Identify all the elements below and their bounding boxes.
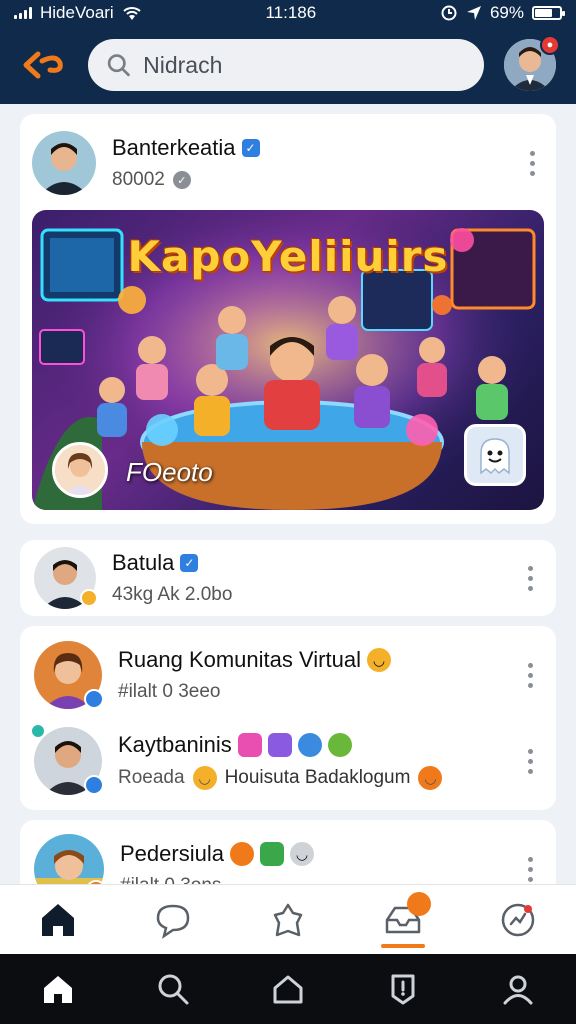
nav-search-button[interactable]	[145, 961, 201, 1017]
list-item[interactable]: Kaytbaninis Roeada ◡ Houisuta Badaklogum…	[30, 718, 542, 804]
member-name[interactable]: Kaytbaninis	[118, 732, 232, 758]
banner-title: KapoYeliiuirs	[127, 232, 449, 281]
notification-dot: ●	[540, 35, 560, 55]
battery-fill	[534, 9, 552, 17]
post-subtitle: 80002	[112, 169, 165, 190]
community-card[interactable]: Ruang Komunitas Virtual ◡ #ilalt 0 3eeo …	[20, 626, 556, 810]
clock-icon: ✓	[172, 171, 191, 189]
sticker-icon	[259, 842, 284, 866]
sticker-icon	[237, 733, 262, 757]
contact-avatar[interactable]	[34, 834, 106, 884]
status-badge-icon	[80, 589, 98, 607]
status-badge-icon	[84, 689, 104, 709]
battery-percent: 69%	[489, 3, 524, 22]
home-icon	[43, 976, 72, 1003]
wifi-icon	[123, 7, 141, 20]
list-item[interactable]: Pedersiula ◡ #ilalt 0 3ons	[34, 826, 542, 884]
clock: 11:186	[265, 3, 317, 22]
community-icon	[273, 903, 303, 936]
app-bar: ●	[0, 26, 576, 104]
author-avatar[interactable]	[32, 131, 96, 195]
more-options-button[interactable]	[518, 849, 542, 884]
contact-name[interactable]: Batula	[112, 550, 174, 576]
profile-avatar-button[interactable]: ●	[504, 35, 560, 91]
nav-profile-button[interactable]	[490, 961, 546, 1017]
community-subtitle: #ilalt 0 3eeo	[118, 681, 221, 702]
sticker-icon	[229, 842, 254, 866]
tab-home[interactable]	[28, 890, 88, 950]
tab-chat[interactable]	[143, 890, 203, 950]
online-indicator-icon	[30, 723, 46, 739]
author-name[interactable]: Banterkeatia	[112, 135, 236, 161]
location-icon	[466, 6, 481, 20]
tab-inbox[interactable]	[373, 890, 433, 950]
member-extra: Houisuta Badaklogum	[224, 767, 411, 788]
sticker-icon	[297, 733, 322, 757]
nav-overview-button[interactable]	[260, 961, 316, 1017]
contact-card[interactable]: Pedersiula ◡ #ilalt 0 3ons	[20, 820, 556, 884]
banner-avatar[interactable]	[52, 442, 108, 498]
search-icon	[107, 54, 130, 77]
more-options-button[interactable]	[518, 741, 542, 781]
tab-badge	[407, 891, 432, 916]
verified-badge-icon: ✓	[241, 139, 260, 157]
search-icon	[158, 974, 189, 1005]
alarm-icon	[441, 5, 457, 21]
contact-subtitle: #ilalt 0 3ons	[120, 875, 221, 884]
list-item[interactable]: Batula ✓ 43kg Ak 2.0bo	[34, 546, 542, 610]
back-button[interactable]	[20, 41, 68, 89]
contact-avatar[interactable]	[34, 547, 98, 609]
more-options-button[interactable]	[518, 655, 542, 695]
nav-alert-button[interactable]	[375, 961, 431, 1017]
sticker-icon	[267, 733, 292, 757]
contact-card[interactable]: Batula ✓ 43kg Ak 2.0bo	[20, 540, 556, 616]
profile-icon	[503, 975, 533, 1005]
chat-emoji-icon: ◡	[289, 842, 314, 866]
carrier-name: HideVoari	[40, 3, 114, 22]
tab-activity[interactable]	[488, 890, 548, 950]
more-options-button[interactable]	[518, 558, 542, 598]
home-icon	[41, 903, 74, 936]
community-avatar[interactable]	[34, 641, 104, 709]
tab-community[interactable]	[258, 890, 318, 950]
contact-subtitle: 43kg Ak 2.0bo	[112, 584, 233, 605]
signal-icon	[14, 7, 32, 19]
status-bar: HideVoari 11:186 69%	[0, 0, 576, 26]
battery-icon	[531, 6, 565, 20]
sticker-icon	[327, 733, 352, 757]
activity-icon	[502, 903, 535, 936]
banner-caption: FOeoto	[126, 457, 213, 487]
smile-emoji-icon: ◡	[192, 766, 217, 790]
chat-bot-icon[interactable]	[464, 424, 526, 486]
community-name[interactable]: Ruang Komunitas Virtual	[118, 647, 361, 673]
verified-badge-icon: ✓	[180, 554, 199, 572]
post-banner-image[interactable]: KapoYeliiuirs FOeoto	[32, 210, 544, 510]
search-bar[interactable]	[88, 39, 484, 91]
contact-name[interactable]: Pedersiula	[120, 841, 224, 867]
active-tab-indicator	[381, 943, 426, 948]
system-nav-bar	[0, 954, 576, 1024]
feed-post[interactable]: Banterkeatia ✓ 80002 ✓ KapoYeliiuirs FOe…	[20, 114, 556, 524]
status-badge-icon	[84, 775, 104, 795]
member-subtitle: Roeada	[118, 767, 185, 788]
emoji-icon: ◡	[418, 766, 443, 790]
smile-emoji-icon: ◡	[366, 648, 391, 672]
member-avatar[interactable]	[30, 723, 104, 795]
feed: Banterkeatia ✓ 80002 ✓ KapoYeliiuirs FOe…	[20, 104, 556, 884]
search-input[interactable]	[143, 51, 466, 79]
tab-bar	[0, 884, 576, 954]
alert-badge-icon	[391, 974, 415, 1005]
house-outline-icon	[273, 975, 303, 1004]
more-options-button[interactable]	[520, 143, 544, 183]
chat-bubble-icon	[156, 904, 190, 939]
nav-home-button[interactable]	[30, 961, 86, 1017]
list-item[interactable]: Ruang Komunitas Virtual ◡ #ilalt 0 3eeo	[34, 632, 542, 718]
back-arrow-icon	[23, 51, 63, 79]
